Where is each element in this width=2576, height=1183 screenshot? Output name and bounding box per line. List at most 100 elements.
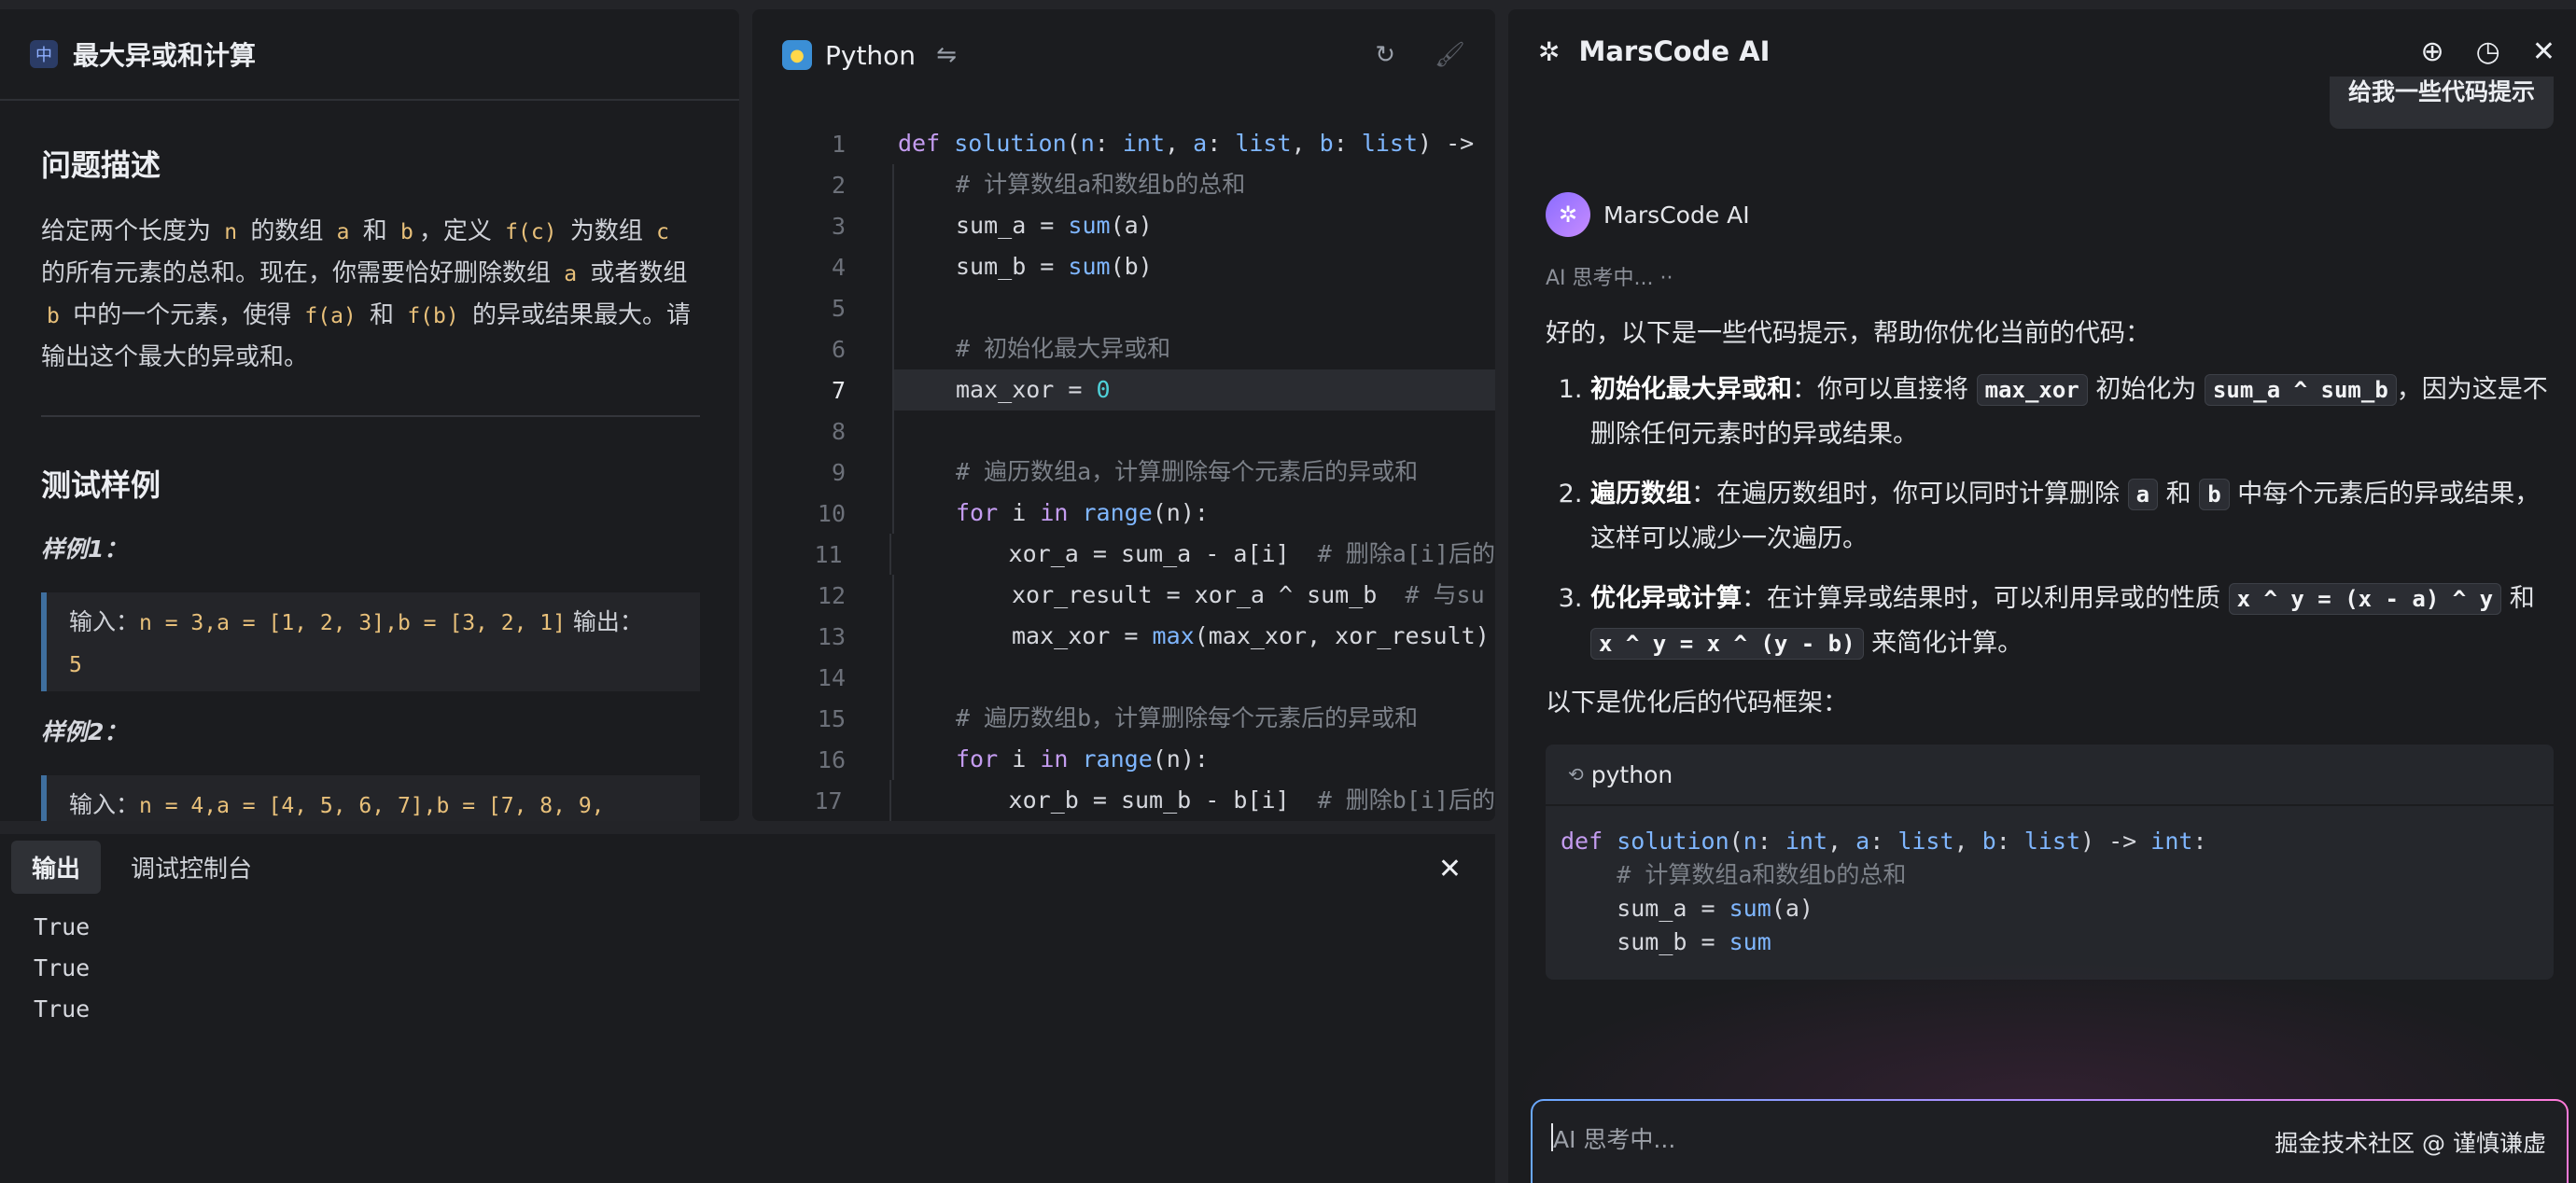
- tip-title: 初始化最大异或和: [1590, 375, 1792, 404]
- line-text: for i in range(n):: [892, 493, 1495, 534]
- code-token: :: [1995, 828, 2024, 855]
- output-tab[interactable]: 输出: [11, 840, 102, 894]
- code-content: def solution(n: int, a: list, b: list) -…: [1546, 806, 2554, 980]
- line-text: sum_a = sum(a): [892, 205, 1495, 246]
- code-token: ,: [1827, 828, 1856, 855]
- line-text: max_xor = 0: [892, 369, 1495, 411]
- sample-input: n = 3,a = [1, 2, 3],b = [3, 2, 1]: [139, 611, 566, 635]
- line-number: 11: [814, 540, 843, 568]
- tip-item: 初始化最大异或和：你可以直接将 max_xor 初始化为 sum_a ^ sum…: [1590, 368, 2554, 457]
- line-text: for i in range(n):: [892, 739, 1495, 780]
- line-text: [892, 411, 1495, 452]
- code-token: max_xor =: [1012, 622, 1153, 649]
- tips-list: 初始化最大异或和：你可以直接将 max_xor 初始化为 sum_a ^ sum…: [1546, 368, 2554, 666]
- close-icon[interactable]: ✕: [1438, 853, 1462, 885]
- inline-code: max_xor: [1976, 374, 2088, 406]
- line-number: 17: [814, 786, 843, 814]
- watermark: 掘金技术社区 @ 谨慎谦虚: [2275, 1130, 2546, 1157]
- description-text: 的所有元素的总和。现在，你需要恰好删除数组: [41, 259, 559, 287]
- code-token: a: [1855, 828, 1870, 855]
- line-number: 6: [831, 335, 846, 363]
- tip-text: 初始化为: [2087, 375, 2205, 404]
- code-token: solution: [1617, 828, 1729, 855]
- code-token: list: [1897, 828, 1954, 855]
- tip-title: 优化异或计算: [1590, 584, 1742, 613]
- code-line: 14: [752, 657, 1495, 698]
- code-token: (: [1066, 130, 1081, 157]
- inline-code: a: [564, 262, 578, 286]
- language-badge[interactable]: 中: [30, 40, 58, 68]
- inline-code: a: [2127, 479, 2159, 510]
- output-line: True: [34, 954, 91, 981]
- line-number: 4: [831, 253, 846, 281]
- code-token: ,: [1291, 130, 1320, 157]
- code-token: :: [1207, 130, 1236, 157]
- sample-input-label: 输入：: [69, 608, 140, 635]
- line-number: 2: [831, 171, 846, 199]
- chat-input[interactable]: AI 思考中... 掘金技术社区 @ 谨慎谦虚: [1531, 1099, 2569, 1183]
- description-text: 和: [361, 301, 402, 329]
- code-token: b: [1319, 130, 1334, 157]
- refresh-icon[interactable]: ↻: [1375, 41, 1395, 69]
- code-token: # 删除b[i]后的: [1317, 786, 1495, 814]
- code-token: sum: [1068, 253, 1111, 280]
- new-chat-icon[interactable]: ⊕: [2421, 35, 2444, 68]
- code-line: 16 for i in range(n):: [752, 739, 1495, 780]
- paint-roller-icon[interactable]: 🖌: [1435, 41, 1465, 69]
- code-lang-label: python: [1590, 760, 1673, 788]
- line-text: sum_b = sum(b): [892, 246, 1495, 287]
- divider: [41, 415, 700, 417]
- code-area[interactable]: 1 def solution(n: int, a: list, b: list) …: [752, 123, 1495, 821]
- code-token: in: [1040, 745, 1083, 772]
- ai-title: MarsCode AI: [1578, 35, 1771, 67]
- line-text: xor_result = xor_a ^ sum_b # 与su: [892, 575, 1495, 616]
- description-text: 给定两个长度为: [41, 217, 219, 245]
- editor-header: ● Python ⇋ ↻ 🖌: [752, 9, 1495, 101]
- code-line: 3 sum_a = sum(a): [752, 205, 1495, 246]
- inline-code: b: [2199, 479, 2230, 510]
- close-icon[interactable]: ✕: [2532, 35, 2555, 68]
- line-number: 15: [817, 704, 846, 732]
- input-glow: [1508, 961, 2576, 1101]
- output-line: True: [34, 995, 91, 1023]
- line-text: def solution(n: int, a: list, b: list) -…: [892, 123, 1495, 164]
- code-token: max: [1152, 622, 1195, 649]
- problem-panel: 中 最大异或和计算 问题描述 给定两个长度为 n 的数组 a 和 b ，定义 f(…: [0, 9, 739, 821]
- code-token: ,: [1953, 828, 1982, 855]
- tip-text: ：在计算异或结果时，可以利用异或的性质: [1742, 584, 2229, 613]
- problem-description: 给定两个长度为 n 的数组 a 和 b ，定义 f(c) 为数组 c 的所有元素的…: [41, 211, 700, 378]
- description-text: ，定义: [418, 217, 500, 245]
- code-line: 6 # 初始化最大异或和: [752, 328, 1495, 369]
- output-tab[interactable]: 调试控制台: [110, 841, 273, 894]
- code-token: (: [1729, 828, 1743, 855]
- user-message: 给我一些代码提示: [2329, 77, 2554, 129]
- code-token: xor_a = sum_a - a[i]: [1008, 540, 1318, 567]
- line-text: xor_a = sum_a - a[i] # 删除a[i]后的: [889, 534, 1495, 575]
- code-token: :: [1757, 828, 1785, 855]
- inline-code: x ^ y = (x - a) ^ y: [2228, 583, 2502, 615]
- problem-header: 中 最大异或和计算: [0, 9, 739, 101]
- code-token: 0: [1096, 376, 1111, 403]
- code-line: 4 sum_b = sum(b): [752, 246, 1495, 287]
- history-icon[interactable]: ◷: [2476, 35, 2500, 68]
- code-token: def: [1561, 828, 1617, 855]
- output-panel: 输出 调试控制台 ✕ True True True: [0, 834, 1495, 1183]
- tip-text: 和: [2158, 480, 2200, 508]
- line-text: # 遍历数组a，计算删除每个元素后的异或和: [892, 452, 1495, 493]
- thinking-status: AI 思考中... ··: [1546, 267, 1673, 290]
- code-token: n: [1080, 130, 1095, 157]
- code-line: 11 xor_a = sum_a - a[i] # 删除a[i]后的: [752, 534, 1495, 575]
- line-number: 8: [831, 417, 846, 445]
- code-line: 15 # 遍历数组b，计算删除每个元素后的异或和: [752, 698, 1495, 739]
- language-label[interactable]: Python: [825, 40, 916, 71]
- code-token: (n):: [1152, 745, 1209, 772]
- code-token: (max_xor, xor_result): [1194, 622, 1490, 649]
- code-token: list: [2023, 828, 2081, 855]
- description-heading: 问题描述: [41, 147, 161, 183]
- python-logo-icon: ●: [782, 40, 812, 70]
- inline-code: f(c): [505, 220, 557, 244]
- code-token: :: [1869, 828, 1898, 855]
- swap-icon[interactable]: ⇋: [936, 41, 957, 69]
- code-token: i: [1012, 499, 1041, 526]
- code-token: :: [1094, 130, 1123, 157]
